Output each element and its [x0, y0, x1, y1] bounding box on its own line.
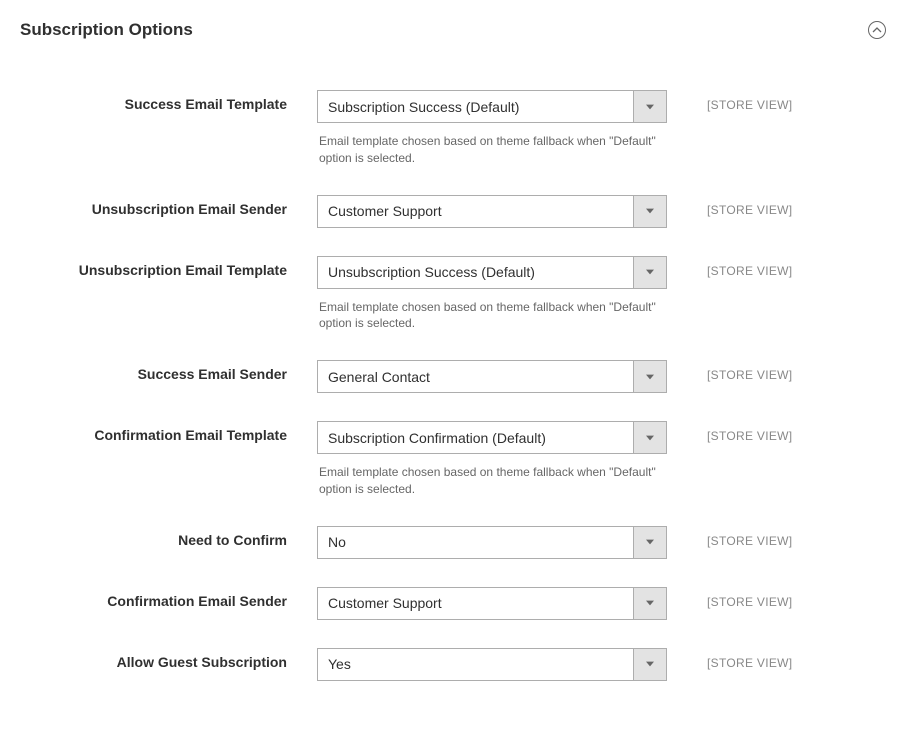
row-unsubscription-email-template: Unsubscription Email Template Unsubscrip…: [20, 256, 886, 289]
chevron-up-icon: [872, 25, 882, 35]
row-unsubscription-email-sender: Unsubscription Email Sender Customer Sup…: [20, 195, 886, 228]
select-dropdown-button: [633, 257, 666, 288]
field-need-to-confirm: No: [317, 526, 667, 559]
label-allow-guest-subscription: Allow Guest Subscription: [20, 648, 317, 670]
label-need-to-confirm: Need to Confirm: [20, 526, 317, 548]
select-confirmation-email-sender[interactable]: Customer Support: [317, 587, 667, 620]
field-allow-guest-subscription: Yes: [317, 648, 667, 681]
label-success-email-template: Success Email Template: [20, 90, 317, 112]
collapse-toggle[interactable]: [868, 21, 886, 39]
field-unsubscription-email-template: Unsubscription Success (Default): [317, 256, 667, 289]
row-confirmation-email-sender: Confirmation Email Sender Customer Suppo…: [20, 587, 886, 620]
select-dropdown-button: [633, 361, 666, 392]
section-header: Subscription Options: [20, 20, 886, 40]
chevron-down-icon: [646, 599, 654, 607]
select-dropdown-button: [633, 649, 666, 680]
scope-label: [STORE VIEW]: [667, 256, 817, 278]
row-success-email-sender: Success Email Sender General Contact [ST…: [20, 360, 886, 393]
row-success-email-template: Success Email Template Subscription Succ…: [20, 90, 886, 123]
select-unsubscription-email-sender[interactable]: Customer Support: [317, 195, 667, 228]
field-success-email-sender: General Contact: [317, 360, 667, 393]
select-dropdown-button: [633, 422, 666, 453]
select-success-email-template[interactable]: Subscription Success (Default): [317, 90, 667, 123]
label-unsubscription-email-sender: Unsubscription Email Sender: [20, 195, 317, 217]
select-value: Subscription Confirmation (Default): [318, 422, 633, 453]
row-need-to-confirm: Need to Confirm No [STORE VIEW]: [20, 526, 886, 559]
select-success-email-sender[interactable]: General Contact: [317, 360, 667, 393]
field-unsubscription-email-sender: Customer Support: [317, 195, 667, 228]
label-confirmation-email-sender: Confirmation Email Sender: [20, 587, 317, 609]
field-confirmation-email-template: Subscription Confirmation (Default): [317, 421, 667, 454]
select-dropdown-button: [633, 588, 666, 619]
chevron-down-icon: [646, 660, 654, 668]
select-allow-guest-subscription[interactable]: Yes: [317, 648, 667, 681]
chevron-down-icon: [646, 268, 654, 276]
hint-text: Email template chosen based on theme fal…: [317, 129, 667, 167]
scope-label: [STORE VIEW]: [667, 195, 817, 217]
select-value: General Contact: [318, 361, 633, 392]
scope-label: [STORE VIEW]: [667, 360, 817, 382]
hint-row-confirmation-email-template: Email template chosen based on theme fal…: [20, 460, 886, 498]
chevron-down-icon: [646, 373, 654, 381]
scope-label: [STORE VIEW]: [667, 526, 817, 548]
select-value: Subscription Success (Default): [318, 91, 633, 122]
row-allow-guest-subscription: Allow Guest Subscription Yes [STORE VIEW…: [20, 648, 886, 681]
form-rows: Success Email Template Subscription Succ…: [20, 90, 886, 709]
hint-text: Email template chosen based on theme fal…: [317, 295, 667, 333]
select-dropdown-button: [633, 91, 666, 122]
hint-row-success-email-template: Email template chosen based on theme fal…: [20, 129, 886, 167]
chevron-down-icon: [646, 434, 654, 442]
field-success-email-template: Subscription Success (Default): [317, 90, 667, 123]
select-dropdown-button: [633, 527, 666, 558]
label-success-email-sender: Success Email Sender: [20, 360, 317, 382]
select-unsubscription-email-template[interactable]: Unsubscription Success (Default): [317, 256, 667, 289]
select-value: Customer Support: [318, 196, 633, 227]
select-value: No: [318, 527, 633, 558]
hint-row-unsubscription-email-template: Email template chosen based on theme fal…: [20, 295, 886, 333]
chevron-down-icon: [646, 103, 654, 111]
scope-label: [STORE VIEW]: [667, 648, 817, 670]
chevron-down-icon: [646, 538, 654, 546]
hint-text: Email template chosen based on theme fal…: [317, 460, 667, 498]
section-title: Subscription Options: [20, 20, 193, 40]
label-unsubscription-email-template: Unsubscription Email Template: [20, 256, 317, 278]
row-confirmation-email-template: Confirmation Email Template Subscription…: [20, 421, 886, 454]
field-confirmation-email-sender: Customer Support: [317, 587, 667, 620]
select-need-to-confirm[interactable]: No: [317, 526, 667, 559]
select-value: Yes: [318, 649, 633, 680]
scope-label: [STORE VIEW]: [667, 421, 817, 443]
select-dropdown-button: [633, 196, 666, 227]
scope-label: [STORE VIEW]: [667, 90, 817, 112]
scope-label: [STORE VIEW]: [667, 587, 817, 609]
select-value: Unsubscription Success (Default): [318, 257, 633, 288]
label-confirmation-email-template: Confirmation Email Template: [20, 421, 317, 443]
select-confirmation-email-template[interactable]: Subscription Confirmation (Default): [317, 421, 667, 454]
chevron-down-icon: [646, 207, 654, 215]
select-value: Customer Support: [318, 588, 633, 619]
